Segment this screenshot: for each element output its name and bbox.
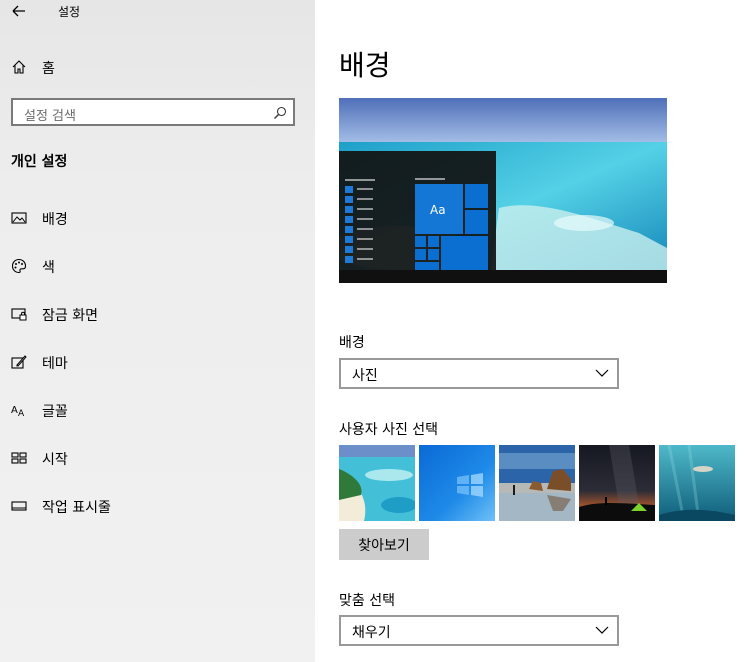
search-input[interactable]: 설정 검색 — [11, 98, 295, 126]
image-icon — [11, 212, 27, 224]
back-arrow-icon — [12, 5, 25, 17]
background-dropdown-value: 사진 — [352, 368, 378, 384]
background-dropdown[interactable]: 사진 — [339, 358, 619, 389]
sidebar-item-label: 배경 — [42, 212, 68, 228]
windows-logo-photo — [419, 445, 495, 521]
svg-text:A: A — [11, 405, 18, 416]
svg-text:A: A — [18, 409, 25, 418]
sidebar-item-theme[interactable]: 테마 — [0, 347, 315, 377]
sidebar-item-taskbar[interactable]: 작업 표시줄 — [0, 491, 315, 521]
underwater-photo — [659, 445, 735, 521]
search-placeholder: 설정 검색 — [24, 109, 76, 124]
title-bar: 설정 — [0, 0, 315, 24]
sidebar-item-fonts[interactable]: AA 글꼴 — [0, 395, 315, 425]
sidebar-item-background[interactable]: 배경 — [0, 203, 315, 233]
sidebar: 설정 홈 설정 검색 개인 설정 배경 색 잠금 화면 테마 AA 글꼴 시작 … — [0, 0, 315, 662]
section-title: 개인 설정 — [11, 154, 68, 170]
chevron-down-icon — [595, 369, 609, 377]
photo-thumbnail-night-sky[interactable] — [579, 445, 655, 521]
sidebar-item-label: 홈 — [42, 61, 55, 77]
preview-tile-text: Aa — [430, 203, 446, 217]
background-label: 배경 — [339, 335, 365, 351]
browse-button[interactable]: 찾아보기 — [339, 529, 429, 560]
night-sky-photo — [579, 445, 655, 521]
choose-photo-label: 사용자 사진 선택 — [339, 422, 439, 438]
sidebar-item-label: 색 — [42, 260, 55, 276]
preview-image: Aa — [339, 98, 667, 283]
photo-thumbnail-windows[interactable] — [419, 445, 495, 521]
font-icon: AA — [11, 405, 25, 418]
lock-screen-icon — [11, 308, 27, 321]
sidebar-item-lock-screen[interactable]: 잠금 화면 — [0, 299, 315, 329]
photo-thumbnail-rocks[interactable] — [499, 445, 575, 521]
page-title: 배경 — [339, 49, 391, 82]
app-title: 설정 — [58, 5, 81, 19]
sidebar-item-label: 잠금 화면 — [42, 308, 98, 324]
back-button[interactable] — [10, 2, 28, 20]
home-icon — [12, 60, 26, 74]
search-icon[interactable] — [273, 106, 287, 120]
rocks-photo — [499, 445, 575, 521]
fit-dropdown-value: 채우기 — [352, 625, 391, 641]
photo-thumbnail-beach[interactable] — [339, 445, 415, 521]
taskbar-icon — [11, 501, 27, 511]
sidebar-item-start[interactable]: 시작 — [0, 443, 315, 473]
fit-label: 맞춤 선택 — [339, 593, 395, 609]
fit-dropdown[interactable]: 채우기 — [339, 615, 619, 646]
start-icon — [11, 452, 27, 464]
beach-photo — [339, 445, 415, 521]
sidebar-item-label: 테마 — [42, 356, 68, 372]
sidebar-item-label: 글꼴 — [42, 404, 68, 420]
photo-thumbnail-underwater[interactable] — [659, 445, 735, 521]
theme-icon — [11, 355, 27, 369]
palette-icon — [11, 258, 27, 274]
sidebar-item-label: 시작 — [42, 452, 68, 468]
sidebar-item-label: 작업 표시줄 — [42, 500, 111, 516]
desktop-preview: Aa — [339, 98, 667, 283]
chevron-down-icon — [595, 626, 609, 634]
sidebar-item-home[interactable]: 홈 — [0, 54, 315, 80]
sidebar-item-color[interactable]: 색 — [0, 251, 315, 281]
